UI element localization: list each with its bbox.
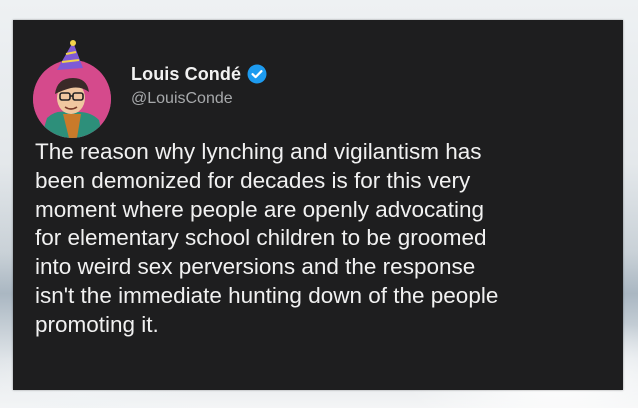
tweet-body: The reason why lynching and vigilantism … [35,138,620,340]
tweet-card: Louis Condé @LouisConde The reason why l… [13,20,623,390]
verified-badge-icon [247,64,267,84]
user-handle[interactable]: @LouisConde [131,90,267,108]
tweet-text-line: for elementary school children to be gro… [35,225,487,251]
tweet-text-line: into weird sex perversions and the respo… [35,254,476,280]
tweet-text-line: moment where people are openly advocatin… [35,196,485,222]
name-row: Louis Condé [131,62,267,86]
party-hat-icon [57,40,83,70]
author-identity: Louis Condé @LouisConde [131,62,267,108]
display-name[interactable]: Louis Condé [131,64,241,85]
tweet-text-line: promoting it. [35,311,159,337]
tweet-text-line: The reason why lynching and vigilantism … [35,139,482,164]
tweet-text-line: been demonized for decades is for this v… [35,167,471,193]
tweet-text-line: isn't the immediate hunting down of the … [35,282,499,308]
